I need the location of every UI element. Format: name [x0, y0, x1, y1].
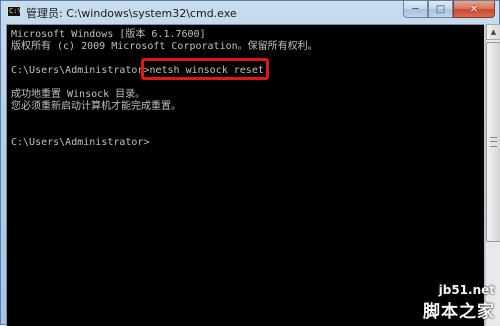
maximize-button[interactable]: □ [428, 1, 453, 18]
watermark: jb51.net 脚本之家 [423, 283, 495, 322]
scroll-thumb[interactable] [486, 42, 500, 242]
title-bar[interactable]: C:\ 管理员: C:\windows\system32\cmd.exe ─ □… [1, 1, 500, 23]
window-title: 管理员: C:\windows\system32\cmd.exe [26, 7, 237, 20]
watermark-brand: 脚本之家 [423, 302, 495, 322]
command-highlight-box [141, 58, 269, 80]
close-button[interactable]: ✕ [453, 1, 495, 18]
minimize-button[interactable]: ─ [403, 1, 428, 18]
cmd-icon[interactable]: C:\ [7, 6, 22, 17]
scroll-up-button[interactable]: ▲ [486, 24, 500, 40]
console-line: 成功地重置 Winsock 目录。 [11, 89, 146, 100]
console-line: 版权所有 (c) 2009 Microsoft Corporation。保留所有… [11, 41, 318, 52]
window-controls: ─ □ ✕ [403, 1, 495, 19]
cmd-window: C:\ 管理员: C:\windows\system32\cmd.exe ─ □… [0, 0, 500, 326]
console-line: Microsoft Windows [版本 6.1.7600] [11, 29, 206, 40]
cmd-icon-glyph: C:\ [9, 7, 22, 15]
grip-icon [490, 137, 497, 147]
console-line: 您必须重新启动计算机才能完成重置。 [11, 101, 181, 112]
watermark-site: jb51.net [438, 283, 495, 297]
console-prompt: C:\Users\Administrator> [11, 137, 150, 148]
vertical-scrollbar[interactable]: ▲ [485, 24, 500, 326]
console-output[interactable]: Microsoft Windows [版本 6.1.7600] 版权所有 (c)… [6, 24, 484, 326]
